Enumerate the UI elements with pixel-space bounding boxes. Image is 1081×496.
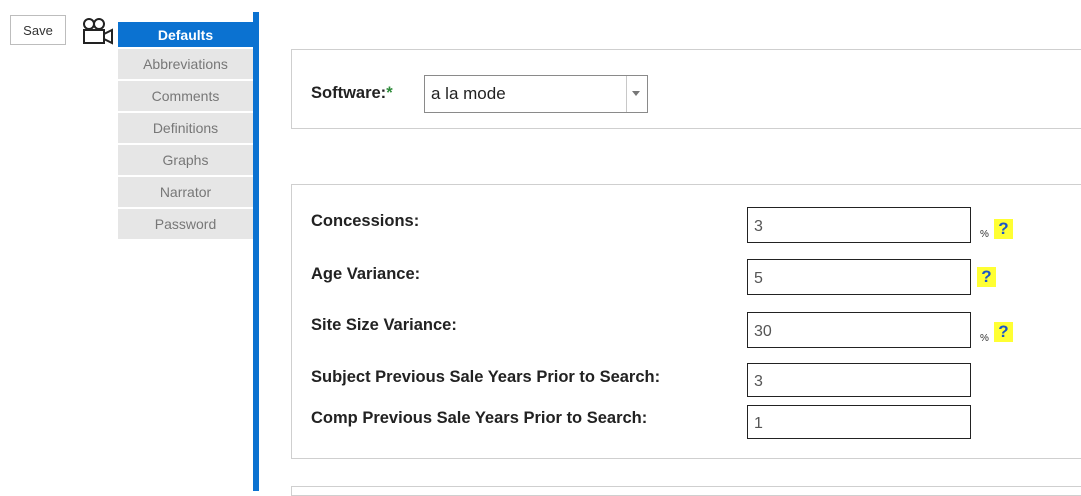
percent-unit: % xyxy=(980,229,989,240)
lower-panel xyxy=(291,486,1081,496)
help-icon[interactable]: ? xyxy=(994,219,1013,239)
subject-prev-sale-input[interactable]: 3 xyxy=(747,363,971,397)
comp-prev-sale-label: Comp Previous Sale Years Prior to Search… xyxy=(311,409,648,427)
video-camera-icon[interactable] xyxy=(81,17,115,45)
percent-unit: % xyxy=(980,333,989,344)
subject-prev-sale-label: Subject Previous Sale Years Prior to Sea… xyxy=(311,368,661,386)
required-marker: * xyxy=(386,84,393,102)
software-panel xyxy=(291,49,1081,129)
chevron-down-icon[interactable] xyxy=(632,91,640,96)
tab-comments[interactable]: Comments xyxy=(118,81,253,111)
save-button[interactable]: Save xyxy=(10,15,66,45)
tab-abbreviations[interactable]: Abbreviations xyxy=(118,49,253,79)
select-divider xyxy=(626,76,627,112)
software-label: Software:* xyxy=(311,84,393,103)
settings-tabs: Defaults Abbreviations Comments Definiti… xyxy=(118,22,253,241)
tab-definitions[interactable]: Definitions xyxy=(118,113,253,143)
site-size-variance-input[interactable]: 30 xyxy=(747,312,971,348)
tab-password[interactable]: Password xyxy=(118,209,253,239)
software-select[interactable]: a la mode xyxy=(424,75,648,113)
concessions-label: Concessions: xyxy=(311,212,420,230)
site-size-variance-label: Site Size Variance: xyxy=(311,316,457,334)
age-variance-input[interactable]: 5 xyxy=(747,259,971,295)
tab-narrator[interactable]: Narrator xyxy=(118,177,253,207)
concessions-input[interactable]: 3 xyxy=(747,207,971,243)
tab-graphs[interactable]: Graphs xyxy=(118,145,253,175)
software-select-value: a la mode xyxy=(431,84,506,103)
comp-prev-sale-input[interactable]: 1 xyxy=(747,405,971,439)
tab-defaults[interactable]: Defaults xyxy=(118,22,253,47)
help-icon[interactable]: ? xyxy=(994,322,1013,342)
age-variance-label: Age Variance: xyxy=(311,265,421,283)
tab-divider-bar xyxy=(253,12,259,491)
help-icon[interactable]: ? xyxy=(977,267,996,287)
software-label-text: Software: xyxy=(311,84,387,102)
